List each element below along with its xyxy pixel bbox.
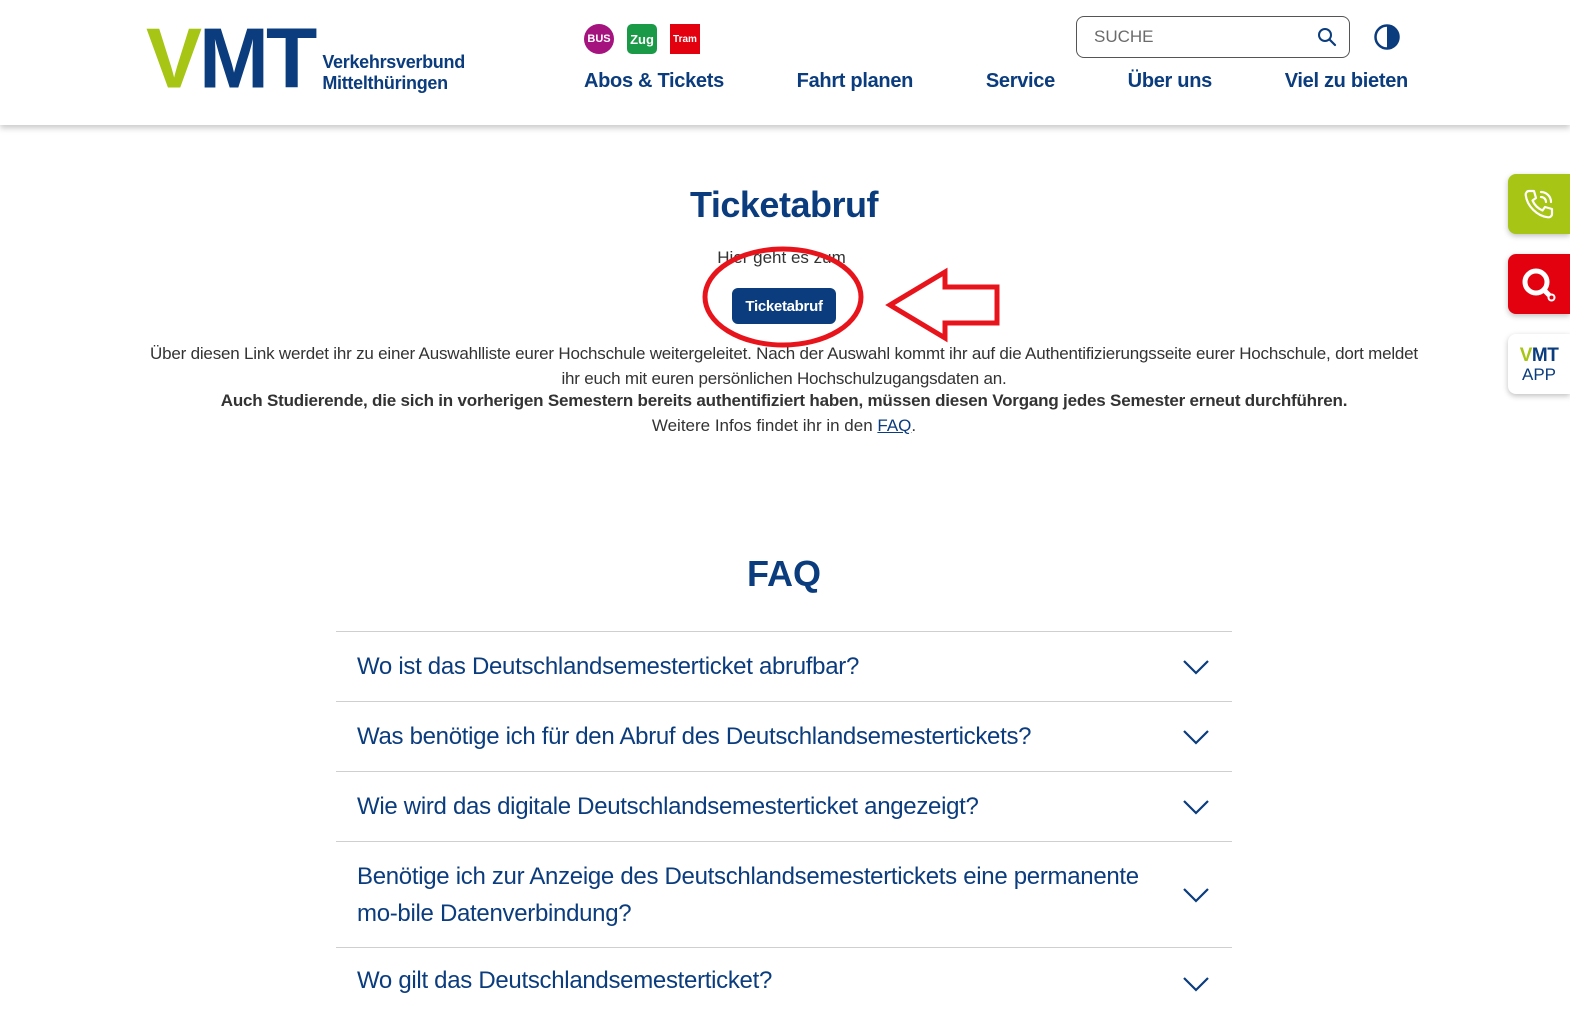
ticketabruf-button[interactable]: Ticketabruf	[732, 288, 836, 324]
info-bold-text: Auch Studierende, die sich in vorherigen…	[220, 391, 1348, 410]
vmt-logo[interactable]: VMT Verkehrsverbund Mittelthüringen	[146, 15, 465, 101]
info-text: Über diesen Link werdet ihr zu einer Aus…	[150, 344, 1418, 388]
intro-text: Hier geht es zum	[717, 248, 846, 267]
faq-item[interactable]: Wie wird das digitale Deutschlandsemeste…	[336, 771, 1232, 841]
chevron-down-icon	[1183, 729, 1209, 745]
logo-text: Verkehrsverbund Mittelthüringen	[322, 52, 465, 94]
bus-icon: BUS	[584, 24, 614, 54]
chat-search-icon	[1522, 268, 1556, 302]
annotation-arrow	[885, 267, 1000, 343]
page-title: Ticketabruf	[690, 184, 878, 225]
transport-modes: BUS Zug Tram	[584, 24, 700, 54]
vmt-app-button[interactable]: VMT APP	[1508, 334, 1570, 394]
nav-ueber-uns[interactable]: Über uns	[1128, 70, 1213, 93]
search-input[interactable]	[1092, 26, 1317, 48]
nav-service[interactable]: Service	[986, 70, 1055, 93]
faq-link[interactable]: FAQ	[877, 416, 911, 435]
tram-icon: Tram	[670, 24, 700, 54]
chevron-down-icon	[1183, 977, 1209, 992]
logo-text-line1: Verkehrsverbund	[322, 52, 465, 72]
logo-text-line2: Mittelthüringen	[322, 73, 448, 93]
logo-mark-mt: MT	[199, 10, 317, 106]
faq-question: Wie wird das digitale Deutschlandsemeste…	[357, 793, 979, 820]
search-box	[1076, 16, 1350, 58]
app-logo: VMT	[1520, 346, 1559, 365]
app-logo-mt: MT	[1531, 344, 1559, 366]
faq-list: Wo ist das Deutschlandsemesterticket abr…	[336, 631, 1232, 1017]
app-label: APP	[1521, 364, 1557, 384]
faq-title: FAQ	[746, 553, 821, 594]
nav-abos-tickets[interactable]: Abos & Tickets	[584, 70, 724, 93]
nav-viel-zu-bieten[interactable]: Viel zu bieten	[1285, 70, 1409, 93]
app-logo-v: V	[1519, 344, 1533, 366]
main-nav: Abos & Tickets Fahrt planen Service Über…	[584, 70, 1408, 93]
chevron-down-icon	[1183, 887, 1209, 903]
nav-fahrt-planen[interactable]: Fahrt planen	[797, 70, 914, 93]
faq-item[interactable]: Benötige ich zur Anzeige des Deutschland…	[336, 841, 1232, 947]
faq-question: Wo gilt das Deutschlandsemesterticket?	[357, 967, 773, 994]
more-info-prefix: Weitere Infos findet ihr in den	[651, 416, 878, 435]
chevron-down-icon	[1183, 659, 1209, 675]
faq-question: Benötige ich zur Anzeige des Deutschland…	[357, 862, 1139, 927]
faq-question: Wo ist das Deutschlandsemesterticket abr…	[357, 653, 860, 680]
chevron-down-icon	[1183, 799, 1209, 815]
more-info-text: Weitere Infos findet ihr in den FAQ.	[0, 416, 1568, 436]
faq-item[interactable]: Wo ist das Deutschlandsemesterticket abr…	[336, 631, 1232, 701]
search-icon[interactable]	[1317, 27, 1337, 47]
faq-item[interactable]: Wo gilt das Deutschlandsemesterticket?	[336, 947, 1232, 1017]
train-icon: Zug	[627, 24, 657, 54]
faq-question: Was benötige ich für den Abruf des Deuts…	[357, 723, 1032, 750]
contrast-icon[interactable]	[1373, 23, 1401, 51]
faq-item[interactable]: Was benötige ich für den Abruf des Deuts…	[336, 701, 1232, 771]
site-header: VMT Verkehrsverbund Mittelthüringen BUS …	[0, 0, 1570, 125]
logo-mark-v: V	[146, 10, 202, 106]
more-info-suffix: .	[911, 416, 917, 435]
logo-mark: VMT	[146, 15, 317, 101]
